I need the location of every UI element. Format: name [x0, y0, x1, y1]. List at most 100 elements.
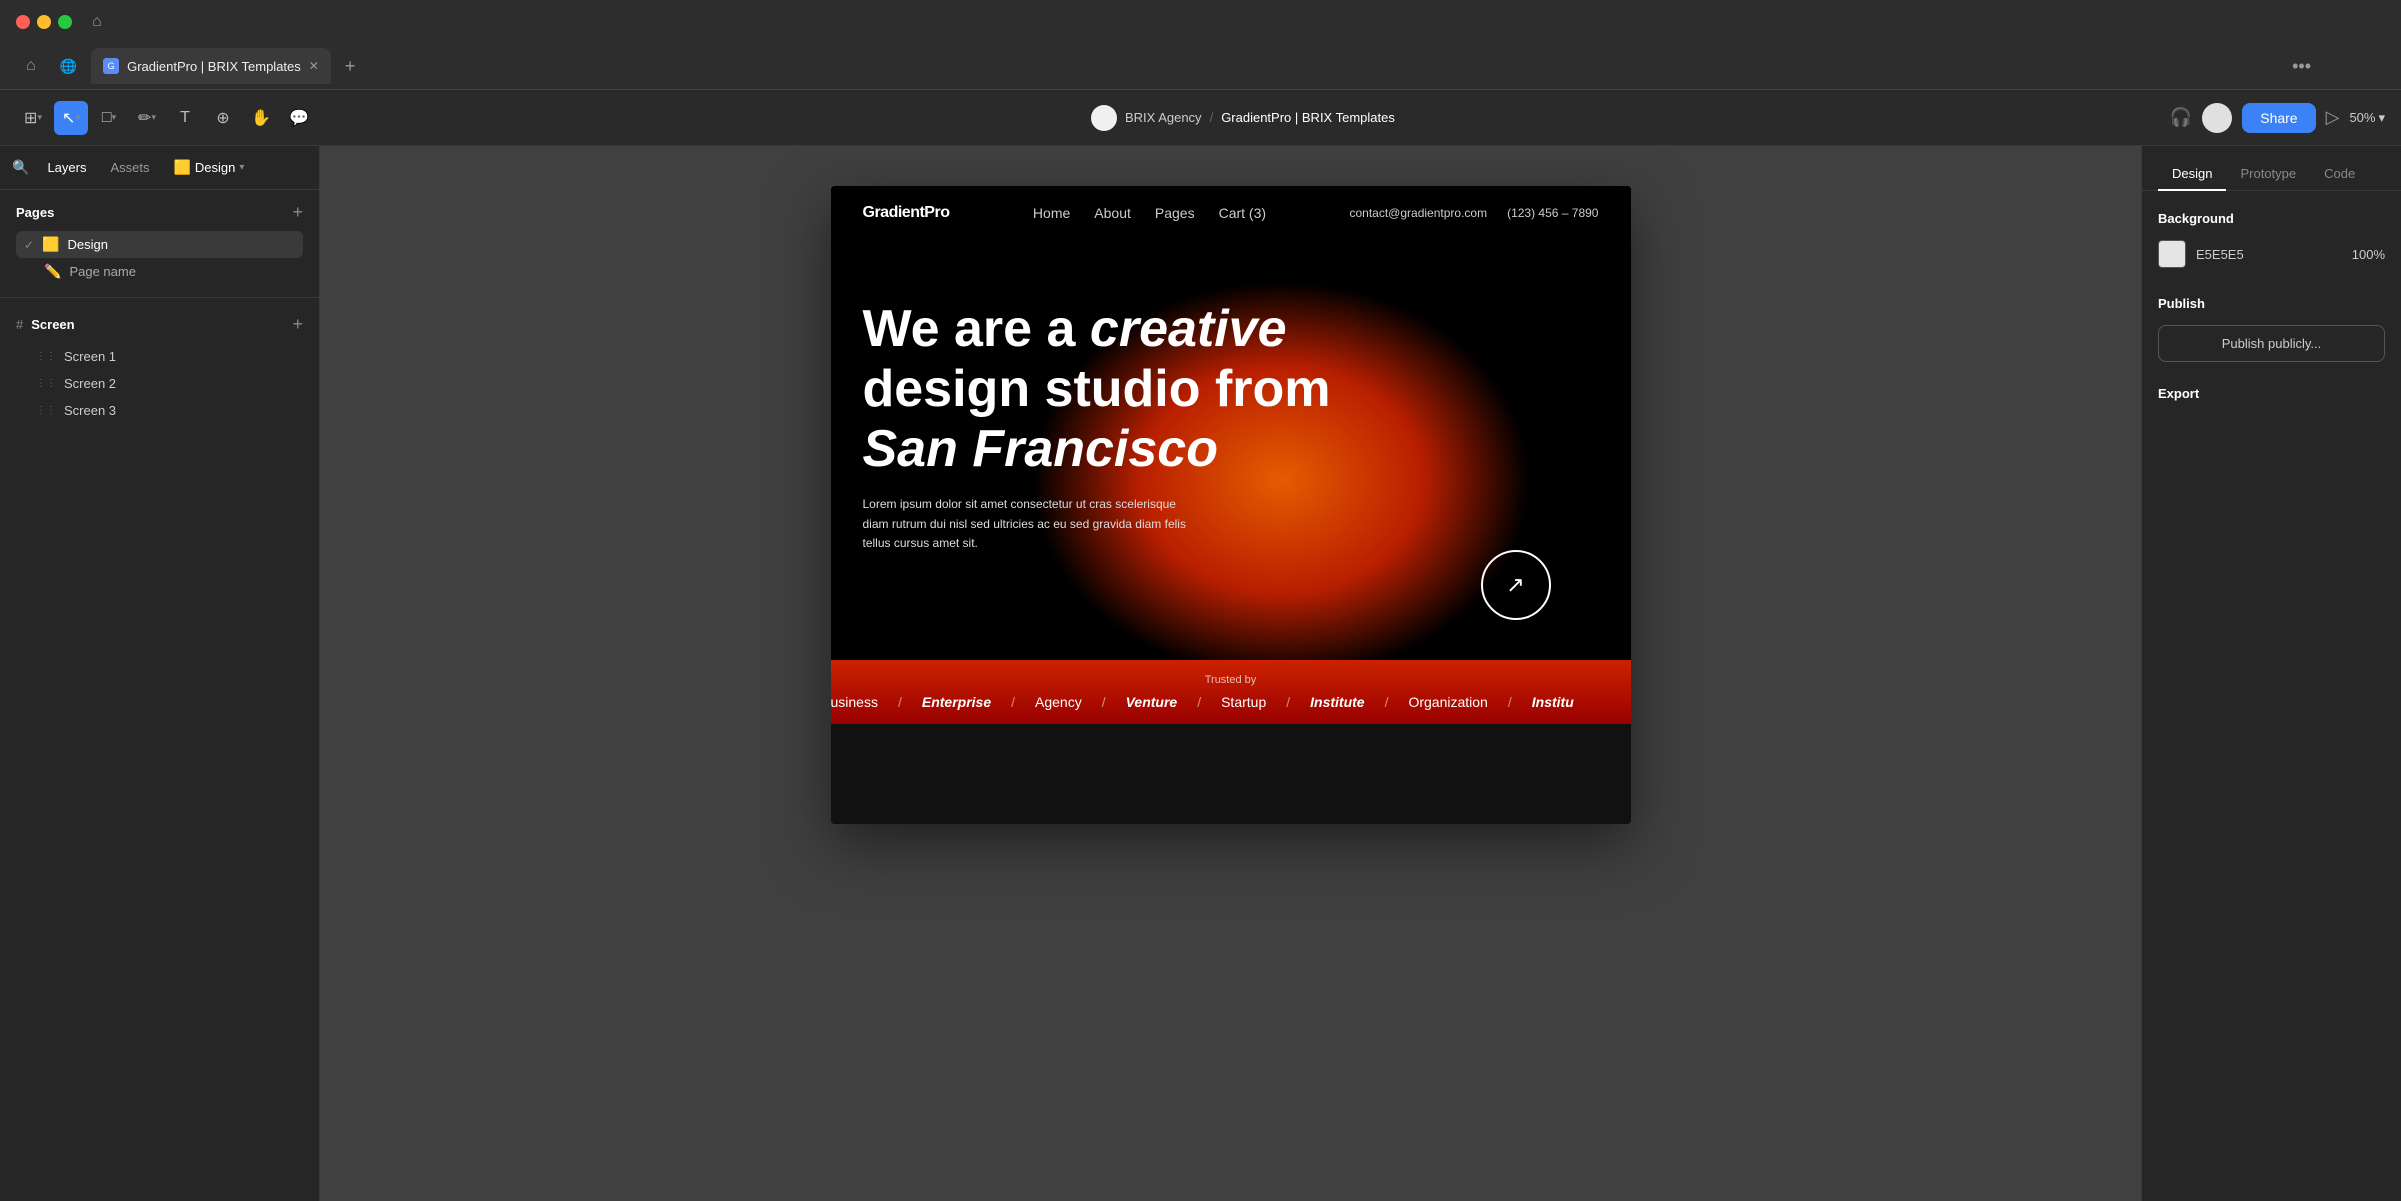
site-ticker: Trusted by usiness / Enterprise / Agency…: [831, 660, 1631, 724]
zoom-control[interactable]: 50% ▾: [2349, 110, 2385, 126]
minimize-button[interactable]: [37, 15, 51, 29]
export-section: Export: [2158, 386, 2385, 401]
zoom-chevron-icon: ▾: [2378, 110, 2385, 126]
hero-title-line1: We are a: [863, 300, 1076, 358]
tab-globe-icon[interactable]: 🌐: [50, 52, 87, 81]
bg-swatch-row: E5E5E5 100%: [2158, 240, 2385, 268]
ticker-item-2: Agency: [1035, 694, 1082, 710]
page-item-name[interactable]: ✏️ Page name: [16, 258, 303, 285]
ticker-item-0: usiness: [831, 694, 878, 710]
publish-publicly-button[interactable]: Publish publicly...: [2158, 325, 2385, 362]
browser-more-icon[interactable]: •••: [2282, 50, 2321, 83]
right-tab-design[interactable]: Design: [2158, 158, 2226, 191]
workspace-info: BRIX Agency / GradientPro | BRIX Templat…: [1091, 105, 1395, 131]
right-tab-prototype[interactable]: Prototype: [2226, 158, 2310, 191]
layer-dots-icon-3: ⋮⋮: [36, 405, 56, 416]
design-tab-chevron-icon: ▾: [239, 162, 244, 173]
search-icon[interactable]: 🔍: [12, 159, 29, 176]
site-hero: We are a creative design studio from San…: [831, 240, 1631, 660]
layer-dots-icon-2: ⋮⋮: [36, 378, 56, 389]
browser-tab-bar: ⌂ 🌐 G GradientPro | BRIX Templates ✕ + •…: [0, 44, 2401, 89]
bg-hex-value[interactable]: E5E5E5: [2196, 247, 2244, 262]
canvas-area[interactable]: GradientPro Home About Pages Cart (3) co…: [320, 146, 2141, 1201]
add-page-button[interactable]: +: [292, 202, 303, 223]
tab-close-icon[interactable]: ✕: [309, 59, 319, 73]
workspace-separator: /: [1210, 110, 1214, 125]
page-item-design[interactable]: ✓ 🟨 Design: [16, 231, 303, 258]
frame-tool-button[interactable]: □ ▾: [92, 101, 126, 135]
hero-body-text: Lorem ipsum dolor sit amet consectetur u…: [863, 495, 1203, 553]
active-tab[interactable]: G GradientPro | BRIX Templates ✕: [91, 48, 331, 84]
user-avatar[interactable]: [2202, 103, 2232, 133]
grid-tool-button[interactable]: ⊞ ▾: [16, 101, 50, 135]
component-tool-button[interactable]: ⊕: [206, 101, 240, 135]
bg-opacity-value[interactable]: 100%: [2352, 247, 2385, 262]
hero-arrow-button[interactable]: ↗: [1481, 550, 1551, 620]
layer-item-screen3[interactable]: ⋮⋮ Screen 3: [0, 397, 319, 424]
toolbar-right: 🎧 Share ▷ 50% ▾: [2170, 103, 2385, 133]
page-check-icon: ✓: [24, 238, 34, 252]
right-tab-code[interactable]: Code: [2310, 158, 2369, 191]
play-button[interactable]: ▷: [2326, 107, 2340, 128]
home-icon[interactable]: ⌂: [84, 9, 110, 35]
site-contact-email: contact@gradientpro.com: [1349, 206, 1487, 220]
tab-home-icon[interactable]: ⌂: [16, 51, 46, 81]
page-design-label: Design: [68, 237, 108, 252]
site-nav: GradientPro Home About Pages Cart (3) co…: [831, 186, 1631, 240]
tab-layers[interactable]: Layers: [37, 155, 96, 180]
page-design-emoji-icon: 🟨: [42, 236, 59, 253]
add-layer-button[interactable]: +: [292, 314, 303, 335]
app-toolbar: ⊞ ▾ ↖ ▾ □ ▾ ✏ ▾ T ⊕ ✋ 💬 BRIX Agency / Gr…: [0, 90, 2401, 146]
pages-title: Pages: [16, 205, 54, 220]
nav-link-pages[interactable]: Pages: [1155, 205, 1195, 221]
design-tab-label: Design: [195, 160, 235, 175]
share-button[interactable]: Share: [2242, 103, 2315, 133]
browser-top-bar: ⌂: [0, 0, 2401, 44]
ticker-items: usiness / Enterprise / Agency / Venture …: [831, 694, 1631, 710]
site-below-fold: [831, 724, 1631, 824]
screen-group-header[interactable]: # Screen +: [0, 306, 319, 343]
nav-link-home[interactable]: Home: [1033, 205, 1070, 221]
tool-group-select: ⊞ ▾ ↖ ▾ □ ▾ ✏ ▾ T ⊕ ✋ 💬: [16, 101, 316, 135]
ticker-item-4: Startup: [1221, 694, 1266, 710]
app-main: 🔍 Layers Assets 🟨 Design ▾ Pages + ✓ 🟨 D…: [0, 146, 2401, 1201]
ticker-sep-3: /: [1197, 694, 1201, 710]
headphone-icon[interactable]: 🎧: [2170, 107, 2192, 128]
ticker-item-5: Institute: [1310, 694, 1364, 710]
layer-item-screen1[interactable]: ⋮⋮ Screen 1: [0, 343, 319, 370]
bg-color-swatch[interactable]: [2158, 240, 2186, 268]
comment-tool-button[interactable]: 💬: [282, 101, 316, 135]
background-title: Background: [2158, 211, 2385, 226]
right-panel-tabs: Design Prototype Code: [2142, 146, 2401, 191]
export-title: Export: [2158, 386, 2385, 401]
ticker-sep-6: /: [1508, 694, 1512, 710]
site-contact-phone: (123) 456 – 7890: [1507, 206, 1598, 220]
ticker-sep-4: /: [1286, 694, 1290, 710]
new-tab-button[interactable]: +: [335, 50, 366, 83]
hero-title-italic: creative: [1090, 300, 1287, 358]
pointer-tool-button[interactable]: ↖ ▾: [54, 101, 88, 135]
fullscreen-button[interactable]: [58, 15, 72, 29]
tab-favicon: G: [103, 58, 119, 74]
hero-title-line2: design studio from: [863, 360, 1331, 418]
site-nav-right: contact@gradientpro.com (123) 456 – 7890: [1349, 206, 1598, 220]
layer-screen3-name: Screen 3: [64, 403, 116, 418]
right-panel-content: Background E5E5E5 100% Publish Publish p…: [2142, 191, 2401, 1201]
ticker-item-7: Institu: [1532, 694, 1574, 710]
tab-design[interactable]: 🟨 Design ▾: [163, 154, 254, 181]
tab-assets[interactable]: Assets: [100, 155, 159, 180]
hand-tool-button[interactable]: ✋: [244, 101, 278, 135]
hero-title-san-francisco: San Francisco: [863, 420, 1218, 478]
site-nav-links: Home About Pages Cart (3): [1033, 205, 1266, 221]
layer-item-screen2[interactable]: ⋮⋮ Screen 2: [0, 370, 319, 397]
pen-tool-button[interactable]: ✏ ▾: [130, 101, 164, 135]
publish-section: Publish Publish publicly...: [2158, 296, 2385, 362]
close-button[interactable]: [16, 15, 30, 29]
background-section: Background E5E5E5 100%: [2158, 211, 2385, 268]
text-tool-button[interactable]: T: [168, 101, 202, 135]
nav-link-about[interactable]: About: [1094, 205, 1131, 221]
pages-header: Pages +: [16, 202, 303, 223]
pages-section: Pages + ✓ 🟨 Design ✏️ Page name: [0, 190, 319, 298]
browser-chrome: ⌂ ⌂ 🌐 G GradientPro | BRIX Templates ✕ +…: [0, 0, 2401, 90]
nav-link-cart[interactable]: Cart (3): [1219, 205, 1266, 221]
